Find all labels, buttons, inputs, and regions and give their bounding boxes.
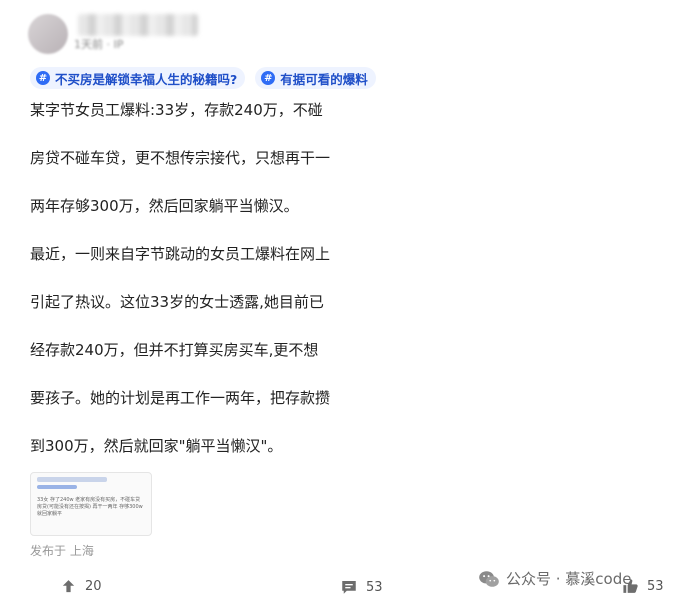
thumbnail-text: 33女 存了240w 老家有房没有买房，不碰车贷房贷(可能没有还在按揭) 再干一… — [37, 497, 143, 517]
comment-icon — [342, 581, 356, 594]
watermark-text: 公众号 · 慕溪code — [506, 570, 632, 588]
paragraph: 引起了热议。这位33岁的女士透露,她目前已 — [30, 293, 324, 311]
wechat-icon — [479, 570, 499, 587]
comment-count: 53 — [366, 579, 383, 595]
author-name-blurred[interactable] — [78, 14, 198, 36]
like-count: 53 — [647, 579, 664, 594]
thumbnail-subheader — [37, 485, 77, 489]
paragraph: 要孩子。她的计划是再工作一两年，把存款攒 — [30, 389, 331, 407]
post-location: 发布于 上海 — [30, 544, 94, 558]
post-meta: 1天前 · IP — [74, 38, 124, 51]
comment-button[interactable]: 53 — [340, 578, 383, 596]
paragraph: 某字节女员工爆料:33岁，存款240万，不碰 — [30, 101, 323, 119]
avatar[interactable] — [28, 14, 68, 54]
share-count: 20 — [85, 579, 102, 594]
share-icon — [62, 580, 75, 593]
topic-tag-1[interactable]: # 不买房是解锁幸福人生的秘籍吗? — [30, 67, 246, 89]
post-header: 1天前 · IP — [28, 6, 328, 56]
image-thumbnail[interactable]: 33女 存了240w 老家有房没有买房，不碰车贷房贷(可能没有还在按揭) 再干一… — [30, 472, 152, 536]
thumbnail-header — [37, 477, 107, 482]
topic-tag-2[interactable]: # 有据可看的爆料 — [255, 67, 376, 89]
paragraph: 房贷不碰车贷，更不想传宗接代，只想再干一 — [30, 149, 331, 167]
paragraph: 两年存够300万，然后回家躺平当懒汉。 — [30, 197, 299, 215]
share-button[interactable]: 20 — [60, 578, 102, 595]
topic-tags: # 不买房是解锁幸福人生的秘籍吗? # 有据可看的爆料 — [30, 67, 376, 89]
hash-icon: # — [36, 71, 50, 85]
topic-label: 不买房是解锁幸福人生的秘籍吗? — [55, 71, 238, 87]
topic-label: 有据可看的爆料 — [280, 71, 368, 87]
watermark: 公众号 · 慕溪code — [478, 568, 631, 589]
post-body: 某字节女员工爆料:33岁，存款240万，不碰 房贷不碰车贷，更不想传宗接代，只想… — [30, 96, 370, 480]
paragraph: 经存款240万，但并不打算买房买车,更不想 — [30, 341, 319, 359]
paragraph: 最近，一则来自字节跳动的女员工爆料在网上 — [30, 245, 331, 263]
hash-icon: # — [261, 71, 276, 85]
